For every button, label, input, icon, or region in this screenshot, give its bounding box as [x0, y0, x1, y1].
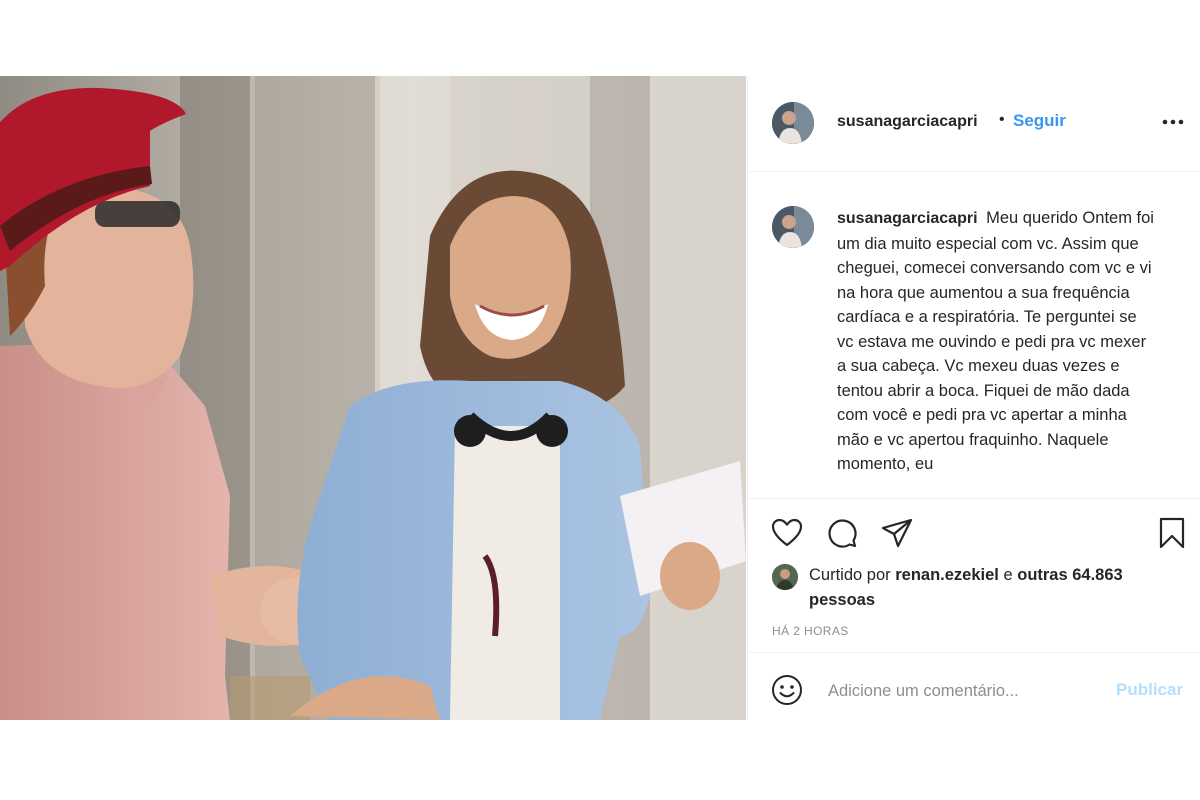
post-caption: susanagarciacapri Meu querido Ontem foi …	[837, 206, 1157, 477]
liker-username[interactable]: renan.ezekiel	[895, 566, 999, 584]
separator-dot: •	[999, 111, 1005, 128]
more-options-button[interactable]	[1160, 110, 1188, 134]
instagram-post: susanagarciacapri • Seguir susanagarciac…	[0, 76, 1200, 720]
post-photo[interactable]	[0, 76, 746, 720]
add-comment-bar: Publicar	[748, 652, 1200, 720]
likes-summary: Curtido por renan.ezekiel e outras 64.86…	[809, 563, 1149, 613]
post-side-panel: susanagarciacapri • Seguir susanagarciac…	[747, 76, 1200, 720]
likes-prefix: Curtido por	[809, 566, 891, 584]
save-button[interactable]	[1155, 516, 1189, 550]
caption-avatar[interactable]	[772, 206, 814, 248]
like-button[interactable]	[770, 516, 804, 550]
more-horizontal-icon	[1162, 119, 1184, 125]
comment-button[interactable]	[825, 516, 859, 550]
post-actions: Curtido por renan.ezekiel e outras 64.86…	[748, 499, 1200, 719]
post-header: susanagarciacapri • Seguir	[748, 76, 1200, 172]
share-button[interactable]	[880, 516, 914, 550]
smiley-icon	[772, 675, 802, 705]
post-timestamp[interactable]: HÁ 2 HORAS	[772, 624, 849, 638]
heart-icon	[771, 518, 803, 547]
author-username[interactable]: susanagarciacapri	[837, 113, 978, 131]
comments-section[interactable]: susanagarciacapri Meu querido Ontem foi …	[748, 172, 1200, 499]
comment-input[interactable]	[826, 675, 1110, 707]
caption-text: Meu querido Ontem foi um dia muito espec…	[837, 209, 1154, 473]
follow-button[interactable]: Seguir	[1013, 111, 1066, 131]
publish-button[interactable]: Publicar	[1116, 680, 1183, 700]
caption-username[interactable]: susanagarciacapri	[837, 210, 978, 227]
likes-conjunction: e	[1003, 566, 1013, 584]
emoji-button[interactable]	[770, 673, 804, 707]
bookmark-icon	[1159, 517, 1185, 549]
post-photo-image	[0, 76, 746, 720]
comment-bubble-icon	[828, 519, 857, 548]
paper-plane-icon	[881, 518, 913, 548]
liker-avatar[interactable]	[772, 564, 798, 590]
author-avatar[interactable]	[772, 102, 814, 144]
